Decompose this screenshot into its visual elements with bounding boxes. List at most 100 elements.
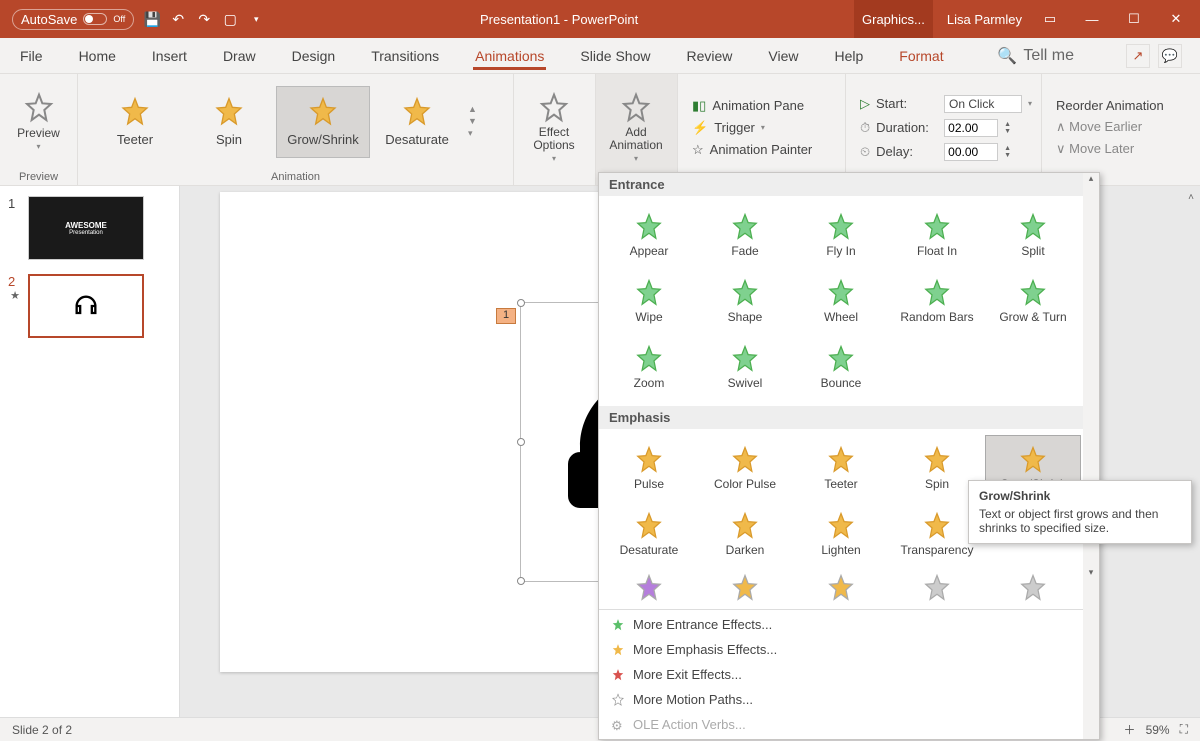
emphasis-darken[interactable]: Darken (697, 501, 793, 567)
tab-view[interactable]: View (766, 42, 800, 70)
tab-format[interactable]: Format (897, 42, 945, 70)
slide-thumbnail-2[interactable] (28, 274, 144, 338)
entrance-growturn[interactable]: Grow & Turn (985, 268, 1081, 334)
duration-down-icon[interactable]: ▼ (1004, 128, 1016, 135)
preview-button[interactable]: Preview ▾ (4, 80, 73, 164)
present-icon[interactable]: ▢ (222, 11, 238, 27)
entrance-fade[interactable]: Fade (697, 202, 793, 268)
star-icon (826, 511, 856, 541)
star-icon (611, 668, 625, 682)
entrance-zoom[interactable]: Zoom (601, 334, 697, 400)
entrance-split[interactable]: Split (985, 202, 1081, 268)
emphasis-pulse[interactable]: Pulse (601, 435, 697, 501)
qat-more-icon[interactable]: ▾ (248, 11, 264, 27)
collapse-ribbon-icon[interactable]: ˄ (1188, 192, 1194, 203)
animation-sequence-tag[interactable]: 1 (496, 308, 516, 324)
duration-input[interactable] (944, 119, 998, 137)
zoom-level[interactable]: 59% (1146, 723, 1170, 737)
share-icon[interactable]: ↗ (1126, 44, 1150, 68)
emphasis-colorpulse[interactable]: Color Pulse (697, 435, 793, 501)
animation-desaturate[interactable]: Desaturate (370, 86, 464, 158)
star-icon (1018, 573, 1048, 603)
user-name[interactable]: Lisa Parmley (947, 12, 1022, 27)
more-exit-effects[interactable]: More Exit Effects... (599, 662, 1099, 687)
delay-up-icon[interactable]: ▲ (1004, 145, 1016, 152)
entrance-bounce[interactable]: Bounce (793, 334, 889, 400)
scroll-up-icon[interactable]: ▴ (1083, 173, 1099, 189)
duration-up-icon[interactable]: ▲ (1004, 121, 1016, 128)
star-icon (1018, 445, 1048, 475)
emphasis-extra-4[interactable] (985, 573, 1081, 603)
graphics-format-tab[interactable]: Graphics... (854, 0, 933, 38)
entrance-appear[interactable]: Appear (601, 202, 697, 268)
entrance-floatin[interactable]: Float In (889, 202, 985, 268)
star-icon (826, 212, 856, 242)
emphasis-extra-1[interactable] (697, 573, 793, 603)
entrance-swivel[interactable]: Swivel (697, 334, 793, 400)
animation-pane-button[interactable]: ▮▯Animation Pane (692, 98, 812, 114)
emphasis-extra-2[interactable] (793, 573, 889, 603)
gallery-down-icon[interactable]: ▼ (468, 116, 486, 126)
animation-spin[interactable]: Spin (182, 86, 276, 158)
move-earlier-button[interactable]: ∧ Move Earlier (1056, 119, 1164, 135)
tab-draw[interactable]: Draw (221, 42, 258, 70)
tell-me-search[interactable]: 🔍 Tell me (997, 46, 1074, 66)
autosave-toggle[interactable]: AutoSave Off (12, 9, 134, 30)
animation-painter-button[interactable]: ☆Animation Painter (692, 142, 812, 158)
entrance-shape[interactable]: Shape (697, 268, 793, 334)
scroll-down-icon[interactable]: ▾ (1083, 567, 1099, 583)
add-animation-button[interactable]: Add Animation ▾ (600, 86, 672, 170)
maximize-icon[interactable]: ☐ (1120, 11, 1148, 27)
emphasis-extra-3[interactable] (889, 573, 985, 603)
star-icon (611, 693, 625, 707)
emphasis-desaturate[interactable]: Desaturate (601, 501, 697, 567)
emphasis-teeter[interactable]: Teeter (793, 435, 889, 501)
entrance-flyin[interactable]: Fly In (793, 202, 889, 268)
ribbon-display-icon[interactable]: ▭ (1036, 11, 1064, 27)
close-icon[interactable]: ✕ (1162, 11, 1190, 27)
start-icon: ▷ (860, 96, 870, 112)
entrance-wipe[interactable]: Wipe (601, 268, 697, 334)
star-icon (307, 96, 339, 128)
gallery-more-icon[interactable]: ▾ (468, 128, 486, 139)
painter-icon: ☆ (692, 142, 704, 158)
delay-icon: ⏲ (860, 144, 870, 160)
animation-growshrink[interactable]: Grow/Shrink (276, 86, 370, 158)
move-later-button[interactable]: ∨ Move Later (1056, 141, 1164, 157)
dropdown-scrollbar[interactable]: ▴ ▾ (1083, 173, 1099, 739)
tab-transitions[interactable]: Transitions (369, 42, 441, 70)
delay-input[interactable] (944, 143, 998, 161)
more-emphasis-effects[interactable]: More Emphasis Effects... (599, 637, 1099, 662)
slide-thumbnails: 1 AWESOME Presentation 2 ★ (0, 186, 180, 717)
emphasis-extra-0[interactable] (601, 573, 697, 603)
star-icon (1018, 212, 1048, 242)
slide-thumbnail-1[interactable]: AWESOME Presentation (28, 196, 144, 260)
start-field[interactable]: ▷ Start: On Click ▾ (860, 95, 1032, 113)
effect-options-button[interactable]: Effect Options ▾ (518, 86, 590, 170)
delay-down-icon[interactable]: ▼ (1004, 152, 1016, 159)
tab-animations[interactable]: Animations (473, 42, 546, 70)
tab-review[interactable]: Review (684, 42, 734, 70)
animation-teeter[interactable]: Teeter (88, 86, 182, 158)
undo-icon[interactable]: ↶ (170, 11, 186, 27)
zoom-out-icon[interactable]: ＋ (1124, 721, 1136, 738)
gallery-up-icon[interactable]: ▲ (468, 104, 486, 114)
tab-home[interactable]: Home (77, 42, 118, 70)
tab-insert[interactable]: Insert (150, 42, 189, 70)
entrance-randombars[interactable]: Random Bars (889, 268, 985, 334)
tab-slideshow[interactable]: Slide Show (578, 42, 652, 70)
save-icon[interactable]: 💾 (144, 11, 160, 27)
redo-icon[interactable]: ↷ (196, 11, 212, 27)
more-motion-paths[interactable]: More Motion Paths... (599, 687, 1099, 712)
comments-icon[interactable]: 💬 (1158, 44, 1182, 68)
tab-design[interactable]: Design (290, 42, 338, 70)
minimize-icon[interactable]: — (1078, 12, 1106, 27)
tab-file[interactable]: File (18, 42, 45, 70)
trigger-button[interactable]: ⚡Trigger▾ (692, 120, 812, 136)
entrance-wheel[interactable]: Wheel (793, 268, 889, 334)
fit-to-window-icon[interactable]: ⛶ (1180, 722, 1188, 737)
emphasis-lighten[interactable]: Lighten (793, 501, 889, 567)
tab-help[interactable]: Help (832, 42, 865, 70)
more-entrance-effects[interactable]: More Entrance Effects... (599, 612, 1099, 637)
slide-counter[interactable]: Slide 2 of 2 (12, 723, 72, 737)
